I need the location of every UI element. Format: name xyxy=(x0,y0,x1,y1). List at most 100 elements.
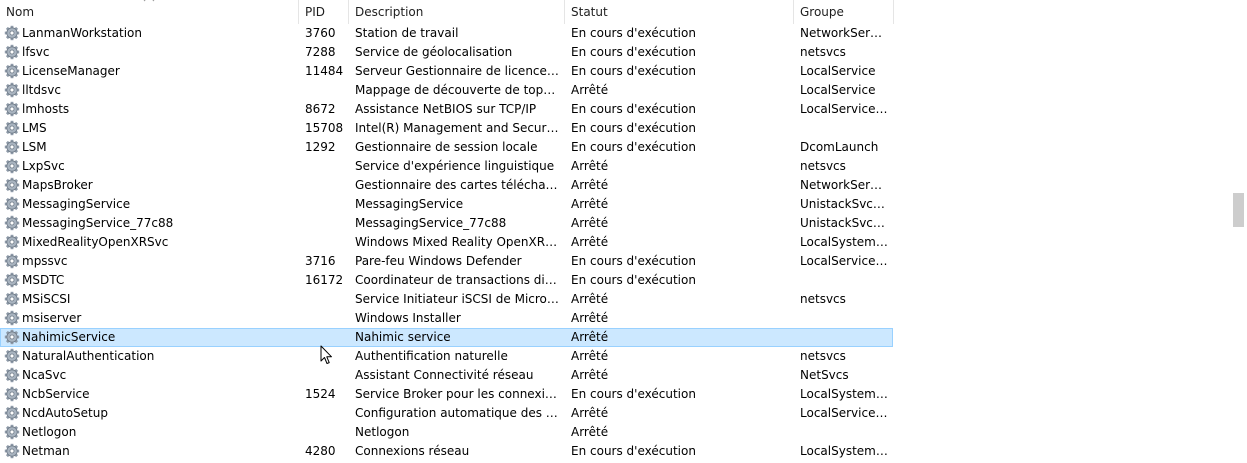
table-row[interactable]: MSiSCSI Service Initiateur iSCSI de Micro… xyxy=(0,290,893,309)
gear-icon xyxy=(4,443,20,459)
service-description-cell: Service Initiateur iSCSI de Microsoft xyxy=(355,292,560,306)
service-status-cell: En cours d'exécution xyxy=(571,64,696,78)
service-description-cell: Assistance NetBIOS sur TCP/IP xyxy=(355,102,537,116)
column-header-group-label: Groupe xyxy=(800,5,844,19)
table-row[interactable]: NcbService 1524 Service Broker pour les co… xyxy=(0,385,893,404)
service-description-cell: Windows Installer xyxy=(355,311,461,325)
column-header-pid-label: PID xyxy=(305,5,326,19)
service-group-cell: UnistackSvcGr... xyxy=(800,197,888,211)
service-status-cell: Arrêté xyxy=(571,178,609,192)
service-description-cell: Intel(R) Management and Security A... xyxy=(355,121,560,135)
table-row[interactable]: LicenseManager 11484 Serveur Gestionnaire … xyxy=(0,62,893,81)
service-group-cell: LocalService xyxy=(800,83,876,97)
table-row[interactable]: MapsBroker Gestionnaire des cartes téléch… xyxy=(0,176,893,195)
table-row[interactable]: lmhosts 8672 Assistance NetBIOS sur TCP/IP… xyxy=(0,100,893,119)
service-status-cell: Arrêté xyxy=(571,330,609,344)
table-row[interactable]: LSM 1292 Gestionnaire de session locale En … xyxy=(0,138,893,157)
service-pid-cell xyxy=(305,157,349,176)
column-header-description[interactable]: Description xyxy=(349,0,565,24)
service-description-cell: Assistant Connectivité réseau xyxy=(355,368,534,382)
gear-icon xyxy=(4,253,20,269)
service-group-cell: DcomLaunch xyxy=(800,140,879,154)
service-name-cell: NcbService xyxy=(22,387,90,401)
service-description-cell: MessagingService_77c88 xyxy=(355,216,507,230)
service-pid-cell: 11484 xyxy=(305,64,344,78)
service-name-cell: MessagingService xyxy=(22,197,131,211)
table-row[interactable]: NcaSvc Assistant Connectivité réseau Arrêt… xyxy=(0,366,893,385)
table-row[interactable]: MessagingService_77c88 MessagingService_7… xyxy=(0,214,893,233)
table-row[interactable]: NcdAutoSetup Configuration automatique de… xyxy=(0,404,893,423)
service-name-cell: MessagingService_77c88 xyxy=(22,216,174,230)
service-pid-cell: 4280 xyxy=(305,444,336,458)
scrollbar-thumb[interactable] xyxy=(1233,193,1244,227)
service-pid-cell: 3716 xyxy=(305,254,336,268)
service-group-cell: netsvcs xyxy=(800,45,846,59)
service-name-cell: msiserver xyxy=(22,311,82,325)
table-row[interactable]: lfsvc 7288 Service de géolocalisation En co… xyxy=(0,43,893,62)
sort-arrow-up-icon xyxy=(143,0,155,4)
table-row[interactable]: msiserver Windows Installer Arrêté xyxy=(0,309,893,328)
service-status-cell: En cours d'exécution xyxy=(571,273,696,287)
table-row[interactable]: mpssvc 3716 Pare-feu Windows Defender En co… xyxy=(0,252,893,271)
service-group-cell: netsvcs xyxy=(800,292,846,306)
gear-icon xyxy=(4,139,20,155)
table-row[interactable]: MSDTC 16172 Coordinateur de transactions d… xyxy=(0,271,893,290)
service-description-cell: Gestionnaire des cartes téléchargées xyxy=(355,178,560,192)
table-row[interactable]: NahimicService Nahimic service Arrêté xyxy=(0,328,893,347)
service-name-cell: LSM xyxy=(22,140,47,154)
table-row[interactable]: LxpSvc Service d'expérience linguistique A… xyxy=(0,157,893,176)
gear-icon xyxy=(4,329,20,345)
service-status-cell: En cours d'exécution xyxy=(571,140,696,154)
column-header-pid[interactable]: PID xyxy=(299,0,349,24)
service-pid-cell xyxy=(305,309,349,328)
service-group-cell: LocalSystemN... xyxy=(800,444,888,458)
gear-icon xyxy=(4,424,20,440)
service-group-cell xyxy=(800,423,888,442)
service-description-cell: Configuration automatique des péri... xyxy=(355,406,560,420)
column-header-row: Nom PID Description Statut Groupe xyxy=(0,0,1230,24)
service-status-cell: En cours d'exécution xyxy=(571,254,696,268)
gear-icon xyxy=(4,158,20,174)
service-pid-cell xyxy=(305,404,349,423)
service-group-cell: NetSvcs xyxy=(800,368,849,382)
service-group-cell: NetworkService xyxy=(800,178,888,192)
table-row[interactable]: LanmanWorkstation 3760 Station de travail E… xyxy=(0,24,893,43)
service-pid-cell: 8672 xyxy=(305,102,336,116)
table-row[interactable]: lltdsvc Mappage de découverte de topologi… xyxy=(0,81,893,100)
service-pid-cell: 3760 xyxy=(305,26,336,40)
service-pid-cell: 1524 xyxy=(305,387,336,401)
service-description-cell: Netlogon xyxy=(355,425,410,439)
service-name-cell: MixedRealityOpenXRSvc xyxy=(22,235,169,249)
gear-icon xyxy=(4,120,20,136)
service-pid-cell xyxy=(305,366,349,385)
service-group-cell: NetworkService xyxy=(800,26,888,40)
table-row[interactable]: NaturalAuthentication Authentification na… xyxy=(0,347,893,366)
column-header-status[interactable]: Statut xyxy=(565,0,794,24)
table-row[interactable]: MessagingService MessagingService Arrêté Un… xyxy=(0,195,893,214)
gear-icon xyxy=(4,215,20,231)
service-pid-cell: 15708 xyxy=(305,121,344,135)
service-name-cell: NcaSvc xyxy=(22,368,67,382)
service-group-cell: netsvcs xyxy=(800,349,846,363)
service-status-cell: En cours d'exécution xyxy=(571,102,696,116)
service-pid-cell xyxy=(305,81,349,100)
gear-icon xyxy=(4,44,20,60)
services-table: Nom PID Description Statut Groupe Lanman… xyxy=(0,0,1230,463)
service-status-cell: Arrêté xyxy=(571,406,609,420)
service-pid-cell xyxy=(305,290,349,309)
vertical-scrollbar[interactable] xyxy=(1230,0,1247,463)
gear-icon xyxy=(4,291,20,307)
service-status-cell: Arrêté xyxy=(571,292,609,306)
gear-icon xyxy=(4,386,20,402)
service-name-cell: MSDTC xyxy=(22,273,65,287)
table-row[interactable]: LMS 15708 Intel(R) Management and Security… xyxy=(0,119,893,138)
column-header-name[interactable]: Nom xyxy=(0,0,299,24)
table-row[interactable]: MixedRealityOpenXRSvc Windows Mixed Reali… xyxy=(0,233,893,252)
service-status-cell: Arrêté xyxy=(571,83,609,97)
service-description-cell: Station de travail xyxy=(355,26,459,40)
table-row[interactable]: Netlogon Netlogon Arrêté xyxy=(0,423,893,442)
table-row[interactable]: Netman 4280 Connexions réseau En cours d'ex… xyxy=(0,442,893,461)
service-name-cell: lltdsvc xyxy=(22,83,61,97)
service-name-cell: LanmanWorkstation xyxy=(22,26,142,40)
column-header-group[interactable]: Groupe xyxy=(794,0,894,24)
